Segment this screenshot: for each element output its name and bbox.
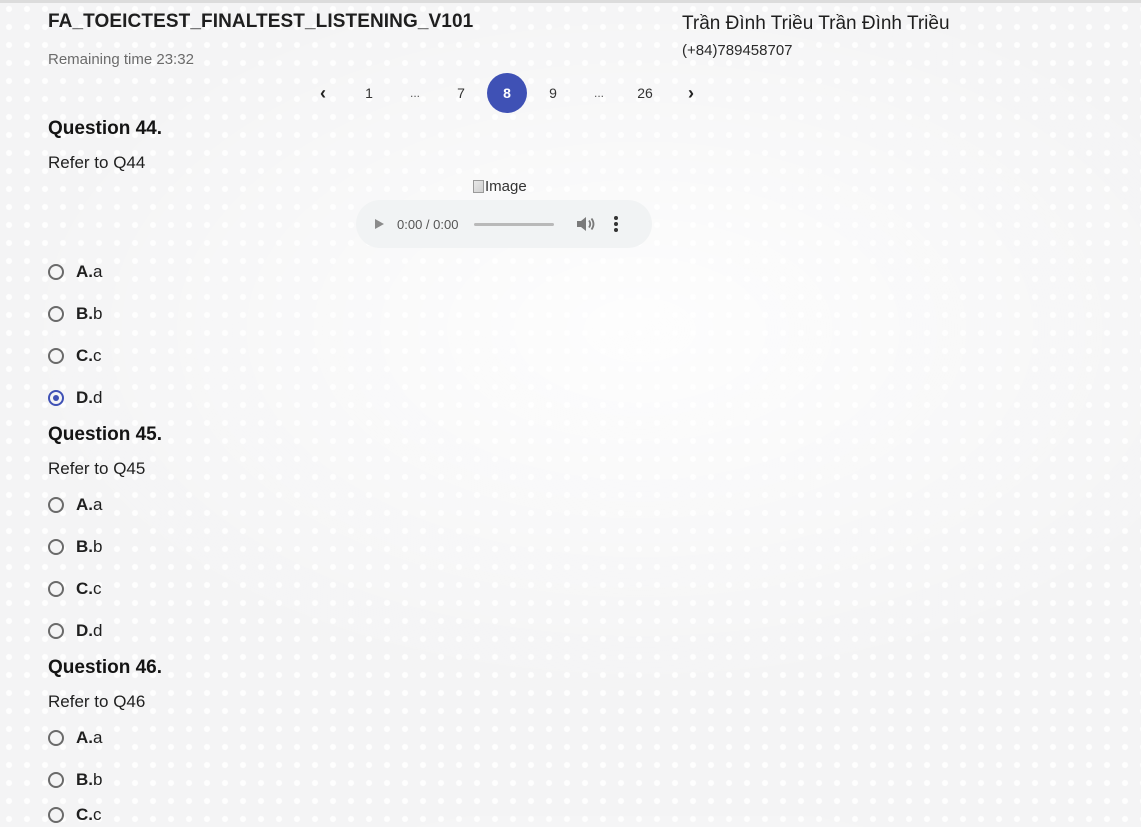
- page-button-8-current[interactable]: 8: [487, 73, 527, 113]
- question-title: Question 46.: [48, 657, 163, 678]
- question-title: Question 44.: [48, 118, 163, 139]
- radio-button[interactable]: [48, 264, 64, 280]
- audio-time: 0:00 / 0:00: [397, 216, 459, 232]
- option-45-a[interactable]: A.a: [48, 493, 102, 517]
- radio-button-checked[interactable]: [48, 390, 64, 406]
- radio-button[interactable]: [48, 623, 64, 639]
- user-phone: (+84)789458707: [682, 42, 793, 59]
- option-45-d[interactable]: D.d: [48, 619, 102, 643]
- broken-image-icon: [473, 180, 484, 193]
- question-text: Refer to Q46: [48, 692, 146, 711]
- question-45: Question 45. Refer to Q45: [48, 423, 162, 480]
- pagination: ‹ 1 ... 7 8 9 ... 26 ›: [300, 73, 714, 113]
- chevron-right-icon[interactable]: ›: [671, 73, 711, 113]
- option-45-b[interactable]: B.b: [48, 535, 102, 559]
- option-label: A.a: [76, 262, 103, 281]
- question-image: Image: [473, 178, 527, 195]
- option-label: A.a: [76, 495, 103, 514]
- radio-button[interactable]: [48, 348, 64, 364]
- question-text: Refer to Q45: [48, 459, 146, 478]
- audio-player[interactable]: 0:00 / 0:00: [356, 200, 652, 248]
- option-44-a[interactable]: A.a: [48, 260, 102, 284]
- option-44-d[interactable]: D.d: [48, 386, 102, 410]
- option-label: D.d: [76, 388, 103, 407]
- page-button-26[interactable]: 26: [625, 73, 665, 113]
- page-button-7[interactable]: 7: [441, 73, 481, 113]
- option-45-c[interactable]: C.c: [48, 577, 102, 601]
- option-label: C.c: [76, 346, 102, 365]
- option-label: C.c: [76, 579, 102, 598]
- audio-progress-slider[interactable]: [474, 222, 555, 226]
- page-button-1[interactable]: 1: [349, 73, 389, 113]
- radio-button[interactable]: [48, 539, 64, 555]
- page-button-9[interactable]: 9: [533, 73, 573, 113]
- radio-button[interactable]: [48, 306, 64, 322]
- test-header: FA_TOEICTEST_FINALTEST_LISTENING_V101: [48, 11, 473, 33]
- option-46-a[interactable]: A.a: [48, 726, 102, 750]
- option-46-c[interactable]: C.c: [48, 803, 102, 827]
- option-label: B.b: [76, 770, 103, 789]
- option-label: D.d: [76, 621, 103, 640]
- question-title: Question 45.: [48, 424, 163, 445]
- radio-button[interactable]: [48, 807, 64, 823]
- play-icon[interactable]: [375, 219, 384, 229]
- chevron-left-icon[interactable]: ‹: [303, 73, 343, 113]
- radio-button[interactable]: [48, 581, 64, 597]
- option-46-b[interactable]: B.b: [48, 768, 102, 792]
- option-label: C.c: [76, 805, 102, 824]
- option-label: A.a: [76, 728, 103, 747]
- radio-button[interactable]: [48, 730, 64, 746]
- image-alt-text: Image: [485, 178, 527, 195]
- question-text: Refer to Q44: [48, 153, 146, 172]
- radio-button[interactable]: [48, 772, 64, 788]
- option-44-c[interactable]: C.c: [48, 344, 102, 368]
- option-label: B.b: [76, 304, 103, 323]
- page-ellipsis[interactable]: ...: [395, 73, 435, 113]
- volume-icon[interactable]: [576, 216, 596, 232]
- option-44-b[interactable]: B.b: [48, 302, 102, 326]
- user-info: Trần Đình Triều Trần Đình Triều (+84)789…: [682, 12, 950, 59]
- radio-button[interactable]: [48, 497, 64, 513]
- question-44: Question 44. Refer to Q44: [48, 117, 162, 174]
- question-46: Question 46. Refer to Q46: [48, 656, 162, 713]
- test-title: FA_TOEICTEST_FINALTEST_LISTENING_V101: [48, 11, 474, 32]
- remaining-time: Remaining time 23:32: [48, 51, 194, 68]
- user-name: Trần Đình Triều Trần Đình Triều: [682, 13, 950, 34]
- more-options-icon[interactable]: [606, 216, 626, 232]
- option-label: B.b: [76, 537, 103, 556]
- page-ellipsis[interactable]: ...: [579, 73, 619, 113]
